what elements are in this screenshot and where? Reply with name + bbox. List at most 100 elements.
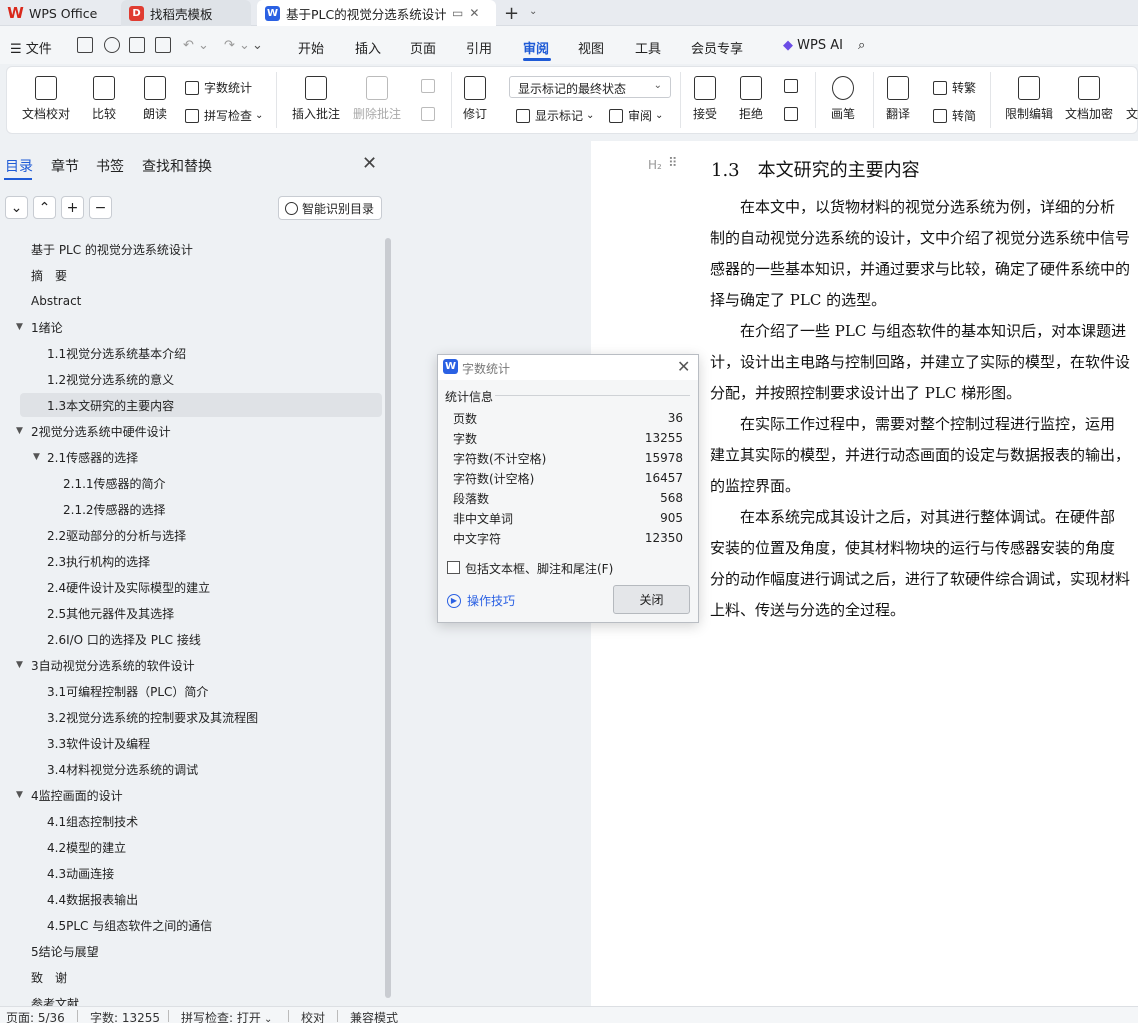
close-button[interactable]: 关闭: [613, 585, 690, 614]
doc-more-button[interactable]: 文: [1126, 76, 1138, 122]
export-icon[interactable]: [104, 37, 120, 53]
menu-review[interactable]: 审阅: [523, 38, 549, 57]
expand-triangle-icon[interactable]: ▼: [16, 322, 23, 332]
status-word-count[interactable]: 字数: 13255: [90, 1009, 160, 1023]
toc-item[interactable]: 1.3本文研究的主要内容: [20, 393, 382, 417]
add-heading-button[interactable]: +: [61, 196, 84, 219]
toc-item[interactable]: 4.4数据报表输出: [20, 887, 382, 911]
undo-icon[interactable]: ↶ ⌄: [183, 38, 209, 53]
toc-item[interactable]: 3.2视觉分选系统的控制要求及其流程图: [20, 705, 382, 729]
expand-triangle-icon[interactable]: ▼: [33, 452, 40, 462]
tab-document[interactable]: W 基于PLC的视觉分选系统设计 ▭ ✕: [257, 0, 496, 26]
prev-comment-button[interactable]: [421, 79, 440, 93]
status-spell-check[interactable]: 拼写检查: 打开 ⌄: [181, 1009, 272, 1023]
print-icon[interactable]: [129, 37, 145, 53]
toc-item[interactable]: 2.1.1传感器的简介: [20, 471, 382, 495]
menu-references[interactable]: 引用: [466, 38, 492, 57]
expand-triangle-icon[interactable]: ▼: [16, 790, 23, 800]
wps-ai-button[interactable]: ◆ WPS AI: [783, 38, 843, 53]
toc-item[interactable]: ▼ 3自动视觉分选系统的软件设计: [16, 653, 382, 677]
toc-item[interactable]: 2.4硬件设计及实际模型的建立: [20, 575, 382, 599]
toc-item[interactable]: 4.3动画连接: [20, 861, 382, 885]
menu-page[interactable]: 页面: [410, 38, 436, 57]
to-traditional-button[interactable]: 转繁: [933, 79, 976, 96]
menu-home[interactable]: 开始: [298, 38, 324, 57]
new-tab-button[interactable]: +: [504, 3, 519, 24]
toc-item[interactable]: 2.5其他元器件及其选择: [20, 601, 382, 625]
tips-link[interactable]: ▶ 操作技巧: [447, 592, 515, 609]
toc-item[interactable]: ▼ 2视觉分选系统中硬件设计: [16, 419, 382, 443]
move-up-button[interactable]: ⌃: [33, 196, 56, 219]
accept-button[interactable]: 接受: [693, 76, 717, 122]
toc-item[interactable]: ▼ 1绪论: [16, 315, 382, 339]
close-icon[interactable]: ✕: [362, 153, 377, 174]
expand-triangle-icon[interactable]: ▼: [16, 426, 23, 436]
toc-item[interactable]: 3.1可编程控制器（PLC）简介: [20, 679, 382, 703]
menu-insert[interactable]: 插入: [355, 38, 381, 57]
toc-item[interactable]: 4.5PLC 与组态软件之间的通信: [20, 913, 382, 937]
save-icon[interactable]: [77, 37, 93, 53]
toc-item[interactable]: 2.6I/O 口的选择及 PLC 接线: [20, 627, 382, 651]
smart-toc-button[interactable]: 智能识别目录: [278, 196, 382, 220]
tab-wps-office[interactable]: W WPS Office: [0, 0, 115, 26]
toc-item[interactable]: 2.1.2传感器的选择: [20, 497, 382, 521]
show-markup-button[interactable]: 显示标记 ⌄: [516, 107, 594, 124]
prev-change-button[interactable]: [784, 79, 803, 93]
toc-item[interactable]: 5结论与展望: [20, 939, 382, 963]
toc-item[interactable]: 致 谢: [20, 965, 382, 989]
toc-item[interactable]: ▼ 2.1传感器的选择: [20, 445, 382, 469]
toc-item[interactable]: 1.2视觉分选系统的意义: [20, 367, 382, 391]
compare-button[interactable]: 比较: [92, 76, 116, 122]
toc-item[interactable]: 4.1组态控制技术: [20, 809, 382, 833]
redo-icon[interactable]: ↷ ⌄: [224, 38, 250, 53]
include-textbox-label[interactable]: 包括文本框、脚注和尾注(F): [465, 560, 613, 577]
tab-templates[interactable]: D 找稻壳模板: [121, 0, 251, 26]
more-chevron-icon[interactable]: ⌄: [252, 38, 263, 53]
search-icon[interactable]: ⌕: [858, 38, 865, 53]
tab-bookmarks[interactable]: 书签: [96, 156, 124, 176]
menu-member[interactable]: 会员专享: [691, 38, 743, 57]
status-page[interactable]: 页面: 5/36: [6, 1009, 65, 1023]
spell-check-button[interactable]: 拼写检查 ⌄: [185, 107, 263, 124]
chevron-down-icon[interactable]: ⌄: [529, 6, 537, 17]
review-pane-button[interactable]: 审阅 ⌄: [609, 107, 663, 124]
tab-find-replace[interactable]: 查找和替换: [142, 156, 212, 176]
scrollbar[interactable]: [385, 238, 391, 998]
next-comment-button[interactable]: [421, 107, 440, 121]
restrict-edit-button[interactable]: 限制编辑: [1005, 76, 1053, 122]
doc-check-button[interactable]: 文档校对: [22, 76, 70, 122]
to-simplified-button[interactable]: 转简: [933, 107, 976, 124]
track-changes-button[interactable]: 修订: [463, 76, 487, 122]
include-textbox-checkbox[interactable]: [447, 561, 460, 574]
menu-view[interactable]: 视图: [578, 38, 604, 57]
read-aloud-button[interactable]: 朗读: [143, 76, 167, 122]
status-proof[interactable]: 校对: [301, 1009, 325, 1023]
word-count-button[interactable]: 字数统计: [185, 79, 252, 96]
markup-mode-select[interactable]: 显示标记的最终状态 ⌄: [509, 76, 671, 98]
remove-heading-button[interactable]: −: [89, 196, 112, 219]
insert-comment-button[interactable]: 插入批注: [292, 76, 340, 122]
translate-button[interactable]: 翻译: [886, 76, 910, 122]
menu-tools[interactable]: 工具: [635, 38, 661, 57]
doc-encrypt-button[interactable]: 文档加密: [1065, 76, 1113, 122]
toc-item[interactable]: 4.2模型的建立: [20, 835, 382, 859]
close-icon[interactable]: ✕: [677, 357, 690, 376]
toc-item[interactable]: 基于 PLC 的视觉分选系统设计: [20, 237, 382, 261]
toc-item[interactable]: 3.4材料视觉分选系统的调试: [20, 757, 382, 781]
expand-triangle-icon[interactable]: ▼: [16, 660, 23, 670]
delete-comment-button[interactable]: 删除批注: [353, 76, 401, 122]
tab-chapters[interactable]: 章节: [51, 156, 79, 176]
collapse-down-button[interactable]: ⌄: [5, 196, 28, 219]
toc-item[interactable]: Abstract: [20, 289, 382, 313]
tab-toc[interactable]: 目录: [5, 156, 33, 176]
toc-item[interactable]: 2.3执行机构的选择: [20, 549, 382, 573]
toc-item[interactable]: 3.3软件设计及编程: [20, 731, 382, 755]
menu-file[interactable]: ☰ 文件: [10, 38, 52, 57]
drag-handle-icon[interactable]: ⠿: [668, 156, 677, 171]
next-change-button[interactable]: [784, 107, 803, 121]
pen-button[interactable]: 画笔: [831, 76, 855, 122]
toc-item[interactable]: ▼ 4监控画面的设计: [16, 783, 382, 807]
reject-button[interactable]: 拒绝: [739, 76, 763, 122]
close-icon[interactable]: ✕: [469, 6, 479, 20]
toc-item[interactable]: 2.2驱动部分的分析与选择: [20, 523, 382, 547]
